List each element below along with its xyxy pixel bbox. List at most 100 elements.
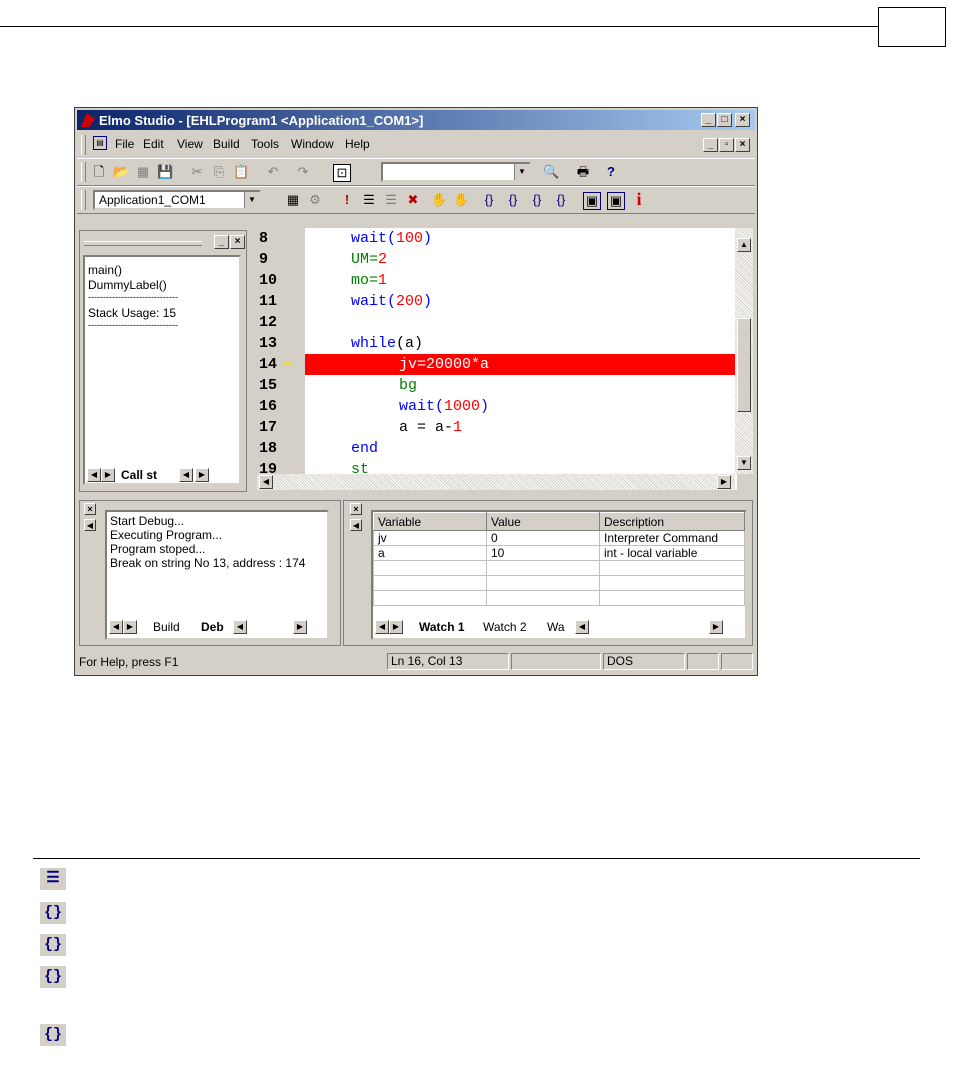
paste-icon[interactable]: 📋 [233,164,249,180]
watch-value[interactable]: 10 [486,545,600,561]
menu-window[interactable]: Window [291,137,334,151]
hscroll-left-icon[interactable]: ◀ [233,620,247,634]
menu-edit[interactable]: Edit [143,137,164,151]
column-value[interactable]: Value [486,512,600,531]
menu-help[interactable]: Help [345,137,370,151]
tab-debug[interactable]: Deb [201,620,224,634]
clear-breakpoints-icon[interactable]: ✋ [453,192,469,208]
callstack-line[interactable]: DummyLabel() [85,278,239,293]
code-line: 9 UM=2 [257,249,735,270]
find-in-files-icon[interactable]: 🔍 [543,164,559,180]
scroll-down-icon[interactable]: ▼ [737,456,751,470]
panel-grip[interactable] [84,241,202,246]
column-description[interactable]: Description [599,512,745,531]
tab-scroll-left-icon[interactable]: ◀ [375,620,389,634]
build-icon[interactable]: ⚙ [307,192,323,208]
tab-watch-3[interactable]: Wa [547,620,565,634]
panel-collapse-icon[interactable]: ◀ [84,519,96,531]
help-icon[interactable]: ? [603,164,619,180]
minimize-icon[interactable]: _ [701,113,716,127]
table-row [373,590,745,606]
step-out-icon[interactable]: {} [529,192,545,208]
go-icon[interactable]: ! [339,192,355,208]
new-file-icon[interactable]: 🗋 [91,164,107,180]
hscroll-left-icon[interactable]: ◀ [575,620,589,634]
chevron-down-icon[interactable]: ▼ [244,192,259,208]
tab-build[interactable]: Build [153,620,180,634]
tab-scroll-right-icon[interactable]: ▶ [101,468,115,482]
watch-value[interactable]: 0 [486,530,600,546]
copy-icon[interactable]: ⎘ [211,164,227,180]
hscroll-right-icon[interactable]: ▶ [293,620,307,634]
step-into-icon[interactable]: {} [481,192,497,208]
step-line-icon: ☰ [40,868,66,890]
watch-window-icon[interactable]: ▣ [583,192,601,210]
chevron-down-icon[interactable]: ▼ [514,164,529,180]
stop-debug-icon[interactable]: ✖ [405,192,421,208]
column-variable[interactable]: Variable [373,512,487,531]
toolbar-grip[interactable] [81,190,86,210]
code-line: 11 wait(200) [257,291,735,312]
hscroll-right-icon[interactable]: ▶ [709,620,723,634]
menu-file[interactable]: File [115,137,134,151]
tab-watch-2[interactable]: Watch 2 [483,620,527,634]
save-all-icon[interactable]: ▦ [135,164,151,180]
watch-variable[interactable]: jv [373,530,487,546]
find-combo[interactable]: ▼ [381,162,531,182]
code-editor[interactable]: 8 wait(100) 9 UM=2 10 mo=1 11 wait(200) 12 1… [257,228,737,490]
callstack-line[interactable]: main() [85,263,239,278]
code-line: 17 a = a-1 [257,417,735,438]
scroll-right-icon[interactable]: ▶ [717,475,731,489]
maximize-icon[interactable]: □ [717,113,732,127]
code-line: 10 mo=1 [257,270,735,291]
scroll-left-icon[interactable]: ◀ [259,475,273,489]
menu-view[interactable]: View [177,137,203,151]
child-restore-icon[interactable]: ▫ [719,138,734,152]
tab-watch-1[interactable]: Watch 1 [419,620,465,634]
variables-window-icon[interactable]: ▣ [607,192,625,210]
step-over-icon[interactable]: {} [505,192,521,208]
hscroll-left-icon[interactable]: ◀ [179,468,193,482]
tab-scroll-left-icon[interactable]: ◀ [109,620,123,634]
toolbar-grip[interactable] [81,162,86,182]
watch-header-row: Variable Value Description [373,512,745,531]
run-to-cursor-icon[interactable]: {} [553,192,569,208]
tab-scroll-left-icon[interactable]: ◀ [87,468,101,482]
child-close-icon[interactable]: × [735,138,750,152]
save-icon[interactable]: 💾 [157,164,173,180]
print-icon[interactable]: 🖶 [575,164,591,180]
hand-icon[interactable]: ✋ [431,192,447,208]
panel-minimize-icon[interactable]: _ [214,235,229,249]
panel-collapse-icon[interactable]: ◀ [350,519,362,531]
panel-close-icon[interactable]: × [230,235,245,249]
cut-icon[interactable]: ✂ [189,164,205,180]
tab-scroll-right-icon[interactable]: ▶ [123,620,137,634]
menu-tools[interactable]: Tools [251,137,279,151]
scroll-up-icon[interactable]: ▲ [737,238,751,252]
scroll-thumb[interactable] [737,318,751,412]
menu-grip[interactable] [81,135,86,155]
editor-vertical-scrollbar[interactable]: ▲ ▼ [735,228,753,474]
menu-build[interactable]: Build [213,137,240,151]
step-line-icon[interactable]: ☰ [361,192,377,208]
panel-close-icon[interactable]: × [350,503,362,515]
tab-call-stack[interactable]: Call st [121,468,157,482]
document-icon[interactable]: ▤ [93,136,107,150]
close-icon[interactable]: × [735,113,750,127]
hscroll-right-icon[interactable]: ▶ [195,468,209,482]
resize-grip-icon[interactable] [721,653,753,670]
target-combo[interactable]: Application1_COM1 ▼ [93,190,261,210]
info-icon[interactable]: i [631,190,647,208]
workspace-icon[interactable]: ⊡ [333,164,351,182]
compile-icon[interactable]: ▦ [285,192,301,208]
redo-icon[interactable]: ↷ [295,164,311,180]
tab-scroll-right-icon[interactable]: ▶ [389,620,403,634]
open-folder-icon[interactable]: 📂 [113,164,129,180]
editor-horizontal-scrollbar[interactable]: ◀ ▶ [257,474,735,490]
watch-variable[interactable]: a [373,545,487,561]
page-header-rule [0,26,878,27]
undo-icon[interactable]: ↶ [265,164,281,180]
break-icon[interactable]: ☰ [383,192,399,208]
child-minimize-icon[interactable]: _ [703,138,718,152]
panel-close-icon[interactable]: × [84,503,96,515]
